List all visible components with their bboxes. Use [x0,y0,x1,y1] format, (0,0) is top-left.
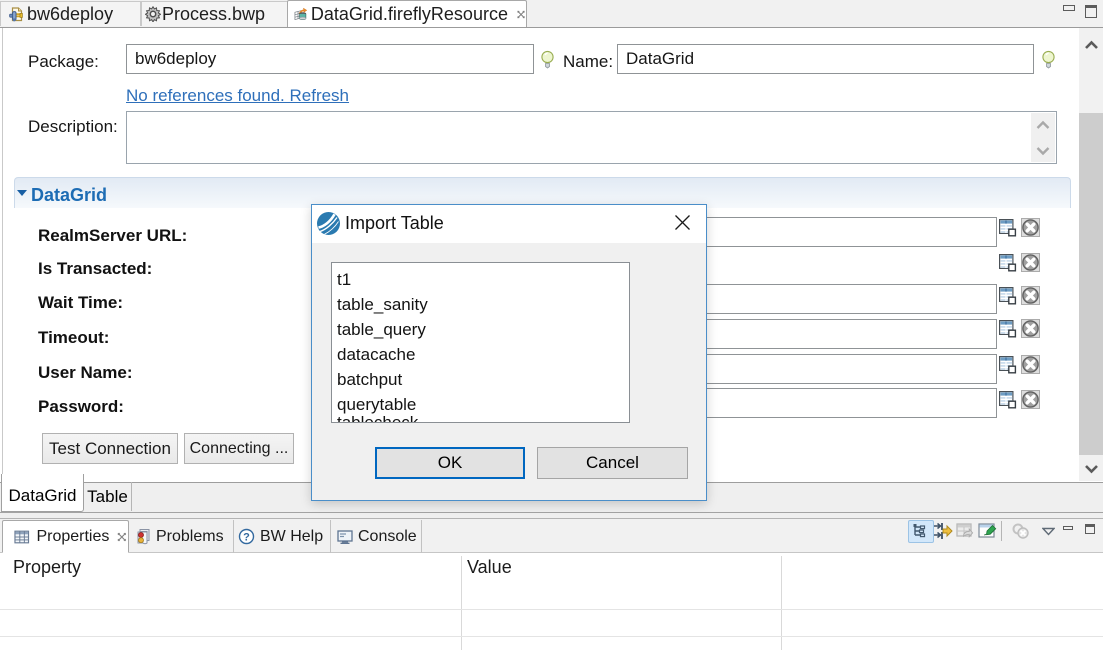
svg-text:?: ? [243,532,250,544]
